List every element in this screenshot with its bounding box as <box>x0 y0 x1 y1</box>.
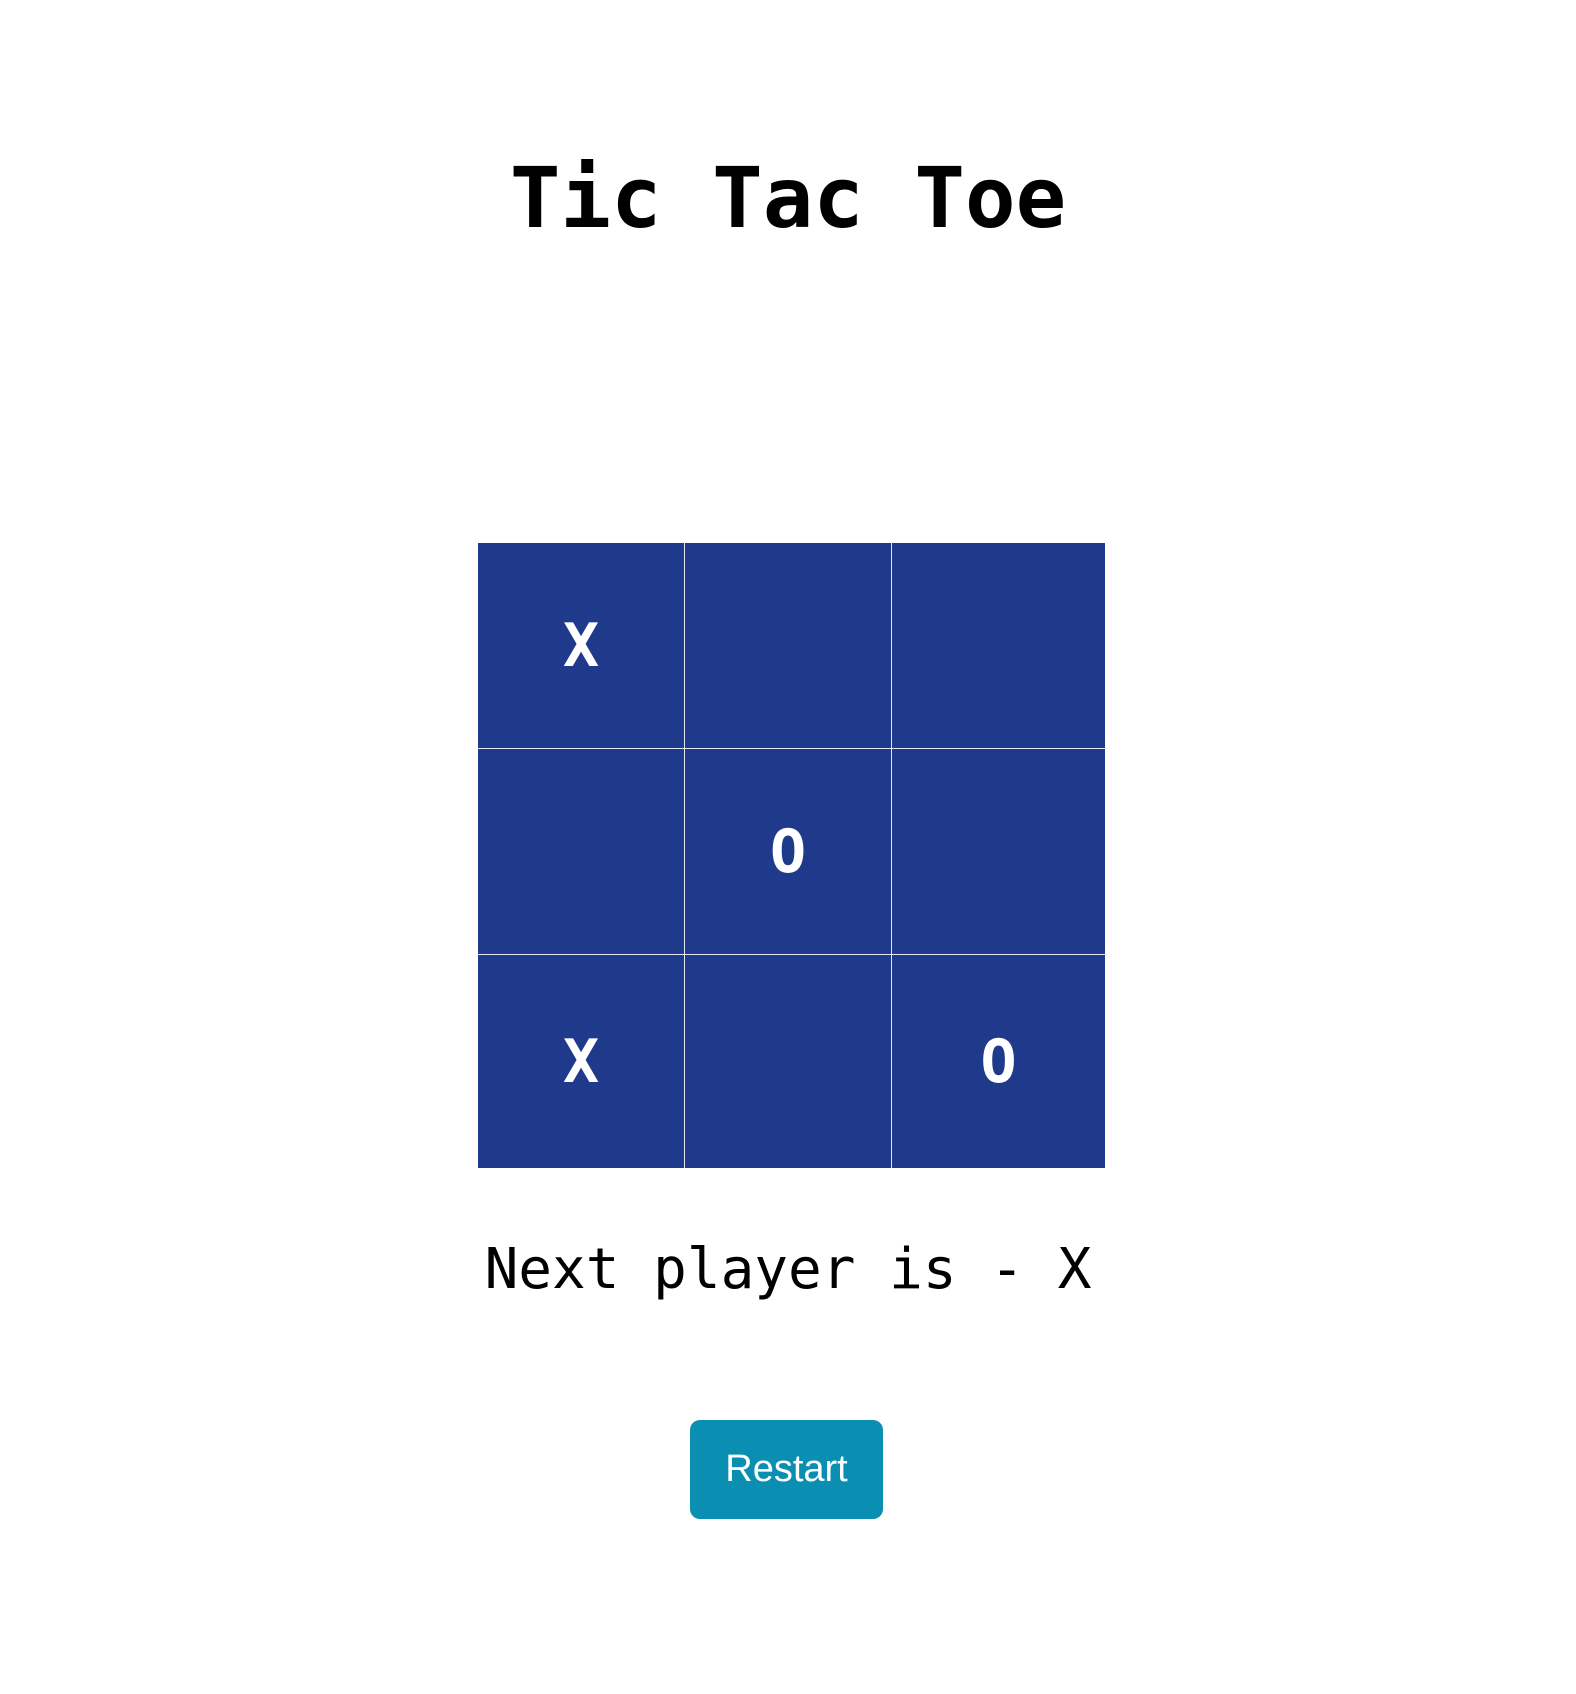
game-board: X O X O <box>478 543 1105 1168</box>
board-cell-6[interactable] <box>892 749 1105 954</box>
board-cell-1[interactable]: X <box>478 543 684 748</box>
board-cell-2[interactable] <box>685 543 891 748</box>
board-cell-9[interactable]: O <box>892 955 1105 1168</box>
board-cell-7[interactable]: X <box>478 955 684 1168</box>
board-cell-5[interactable]: O <box>685 749 891 954</box>
next-player-status: Next player is - X <box>484 1237 1092 1302</box>
page-title: Tic Tac Toe <box>509 149 1067 247</box>
board-cell-3[interactable] <box>892 543 1105 748</box>
board-cell-8[interactable] <box>685 955 891 1168</box>
restart-button[interactable]: Restart <box>690 1420 883 1519</box>
game-page: Tic Tac Toe X O X O Next player is - X R… <box>0 0 1576 1694</box>
board-cell-4[interactable] <box>478 749 684 954</box>
